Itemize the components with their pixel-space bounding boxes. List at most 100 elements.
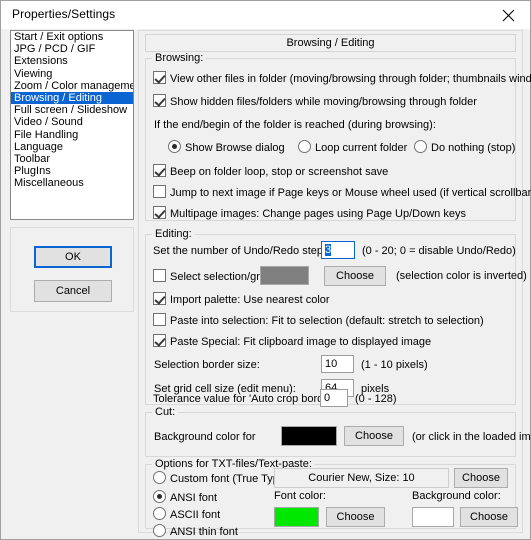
ascii-font-label: ASCII font [170,509,221,521]
close-icon[interactable] [486,1,530,29]
loop-current-folder-radio-row[interactable]: Loop current folder [298,140,407,154]
paste-special-checkbox-row[interactable]: Paste Special: Fit clipboard image to di… [153,334,431,348]
custom-font-choose-button[interactable]: Choose [454,468,508,488]
view-other-files-checkbox[interactable] [153,71,166,84]
sidebar-item-extensions[interactable]: Extensions [11,55,133,67]
select-grid-color-checkbox[interactable] [153,269,166,282]
cut-background-color-hint: (or click in the loaded image) [412,431,531,443]
paste-into-selection-checkbox-row[interactable]: Paste into selection: Fit to selection (… [153,313,484,327]
do-nothing-radio[interactable] [414,140,427,153]
selection-border-size-input[interactable]: 10 [321,355,354,373]
selection-grid-color-choose-button[interactable]: Choose [324,266,386,286]
dialog-buttons-panel: OK Cancel [10,227,134,312]
do-nothing-label: Do nothing (stop) [431,142,516,154]
paste-into-selection-label: Paste into selection: Fit to selection (… [170,315,484,327]
sidebar-item-browsing-editing[interactable]: Browsing / Editing [11,91,133,105]
font-color-choose-button[interactable]: Choose [326,507,385,527]
cancel-button[interactable]: Cancel [34,280,112,302]
ansi-thin-font-radio[interactable] [153,524,166,537]
ansi-font-radio-row[interactable]: ANSI font [153,490,217,504]
show-hidden-files-checkbox[interactable] [153,94,166,107]
selection-grid-color-swatch[interactable] [260,266,309,285]
show-browse-dialog-radio[interactable] [168,140,181,153]
loop-current-folder-label: Loop current folder [315,142,408,154]
show-browse-dialog-radio-row[interactable]: Show Browse dialog [168,140,285,154]
sidebar-item-file-handling[interactable]: File Handling [11,129,133,141]
ansi-thin-font-label: ANSI thin font [170,526,238,538]
undo-steps-value: 3 [325,244,332,256]
paste-special-label: Paste Special: Fit clipboard image to di… [170,336,432,348]
settings-content-panel: Browsing / Editing Browsing: View other … [138,30,531,538]
editing-group: Editing: Set the number of Undo/Redo ste… [145,228,527,405]
cut-background-color-label: Background color for [154,431,256,443]
ansi-font-radio[interactable] [153,490,166,503]
cut-group-label: Cut: [152,406,179,418]
loop-current-folder-radio[interactable] [298,140,311,153]
tolerance-hint: (0 - 128) [355,393,397,405]
beep-label: Beep on folder loop, stop or screenshot … [170,166,389,178]
beep-checkbox-row[interactable]: Beep on folder loop, stop or screenshot … [153,164,388,178]
txt-options-group: Options for TXT-files/Text-paste: Custom… [145,458,518,538]
multipage-label: Multipage images: Change pages using Pag… [170,208,466,220]
editing-group-label: Editing: [152,228,195,240]
close-icon-glyph [502,9,514,21]
paste-into-selection-checkbox[interactable] [153,313,166,326]
sidebar-item-video-sound[interactable]: Video / Sound [11,116,133,128]
show-hidden-files-label: Show hidden files/folders while moving/b… [170,96,477,108]
view-other-files-label: View other files in folder (moving/brows… [170,73,531,85]
ansi-thin-font-radio-row[interactable]: ANSI thin font [153,524,238,538]
sidebar-item-toolbar[interactable]: Toolbar [11,153,133,165]
tolerance-label: Tolerance value for 'Auto crop borders': [153,393,344,405]
undo-steps-label: Set the number of Undo/Redo steps: [153,245,332,257]
end-begin-label: If the end/begin of the folder is reache… [154,119,436,131]
selection-grid-color-hint: (selection color is inverted) [396,270,527,282]
import-palette-checkbox-row[interactable]: Import palette: Use nearest color [153,292,330,306]
ansi-font-label: ANSI font [170,492,218,504]
jump-next-image-checkbox[interactable] [153,185,166,198]
ascii-font-radio[interactable] [153,507,166,520]
sidebar-item-full-screen-slideshow[interactable]: Full screen / Slideshow [11,104,133,116]
sidebar-item-viewing[interactable]: Viewing [11,68,133,80]
properties-settings-dialog: Properties/Settings Start / Exit options… [0,0,531,540]
show-hidden-files-checkbox-row[interactable]: Show hidden files/folders while moving/b… [153,94,477,108]
font-color-swatch[interactable] [274,507,319,527]
do-nothing-radio-row[interactable]: Do nothing (stop) [414,140,515,154]
font-color-label: Font color: [274,490,326,502]
multipage-checkbox[interactable] [153,206,166,219]
settings-category-list[interactable]: Start / Exit options JPG / PCD / GIF Ext… [10,30,134,220]
ok-button[interactable]: OK [34,246,112,268]
multipage-checkbox-row[interactable]: Multipage images: Change pages using Pag… [153,206,466,220]
cut-background-color-choose-button[interactable]: Choose [344,426,404,446]
custom-font-radio[interactable] [153,471,166,484]
panel-title: Browsing / Editing [145,34,516,52]
cut-group: Cut: Background color for Choose (or cli… [145,406,531,457]
ascii-font-radio-row[interactable]: ASCII font [153,507,220,521]
jump-next-image-checkbox-row[interactable]: Jump to next image if Page keys or Mouse… [153,185,531,199]
browsing-group: Browsing: View other files in folder (mo… [145,52,531,221]
sidebar-item-plugins[interactable]: PlugIns [11,165,133,177]
background-color-label: Background color: [412,490,501,502]
undo-steps-hint: (0 - 20; 0 = disable Undo/Redo) [362,245,516,257]
sidebar-item-zoom-color-management[interactable]: Zoom / Color management [11,80,133,92]
show-browse-dialog-label: Show Browse dialog [185,142,285,154]
background-color-swatch[interactable] [412,507,454,527]
custom-font-radio-row[interactable]: Custom font (True Type): [153,471,292,485]
tolerance-input[interactable]: 0 [320,389,348,407]
import-palette-label: Import palette: Use nearest color [170,294,330,306]
custom-font-value-field[interactable]: Courier New, Size: 10 [274,468,449,488]
sidebar-item-jpg-pcd-gif[interactable]: JPG / PCD / GIF [11,43,133,55]
import-palette-checkbox[interactable] [153,292,166,305]
sidebar-item-miscellaneous[interactable]: Miscellaneous [11,177,133,189]
background-color-choose-button[interactable]: Choose [460,507,518,527]
beep-checkbox[interactable] [153,164,166,177]
selection-border-size-label: Selection border size: [154,359,260,371]
browsing-group-label: Browsing: [152,52,207,64]
view-other-files-checkbox-row[interactable]: View other files in folder (moving/brows… [153,71,531,85]
jump-next-image-label: Jump to next image if Page keys or Mouse… [170,187,531,199]
sidebar-item-start-exit-options[interactable]: Start / Exit options [11,31,133,43]
window-title: Properties/Settings [12,7,116,21]
cut-background-color-swatch[interactable] [281,426,337,446]
undo-steps-input[interactable]: 3 [321,241,355,259]
paste-special-checkbox[interactable] [153,334,166,347]
sidebar-item-language[interactable]: Language [11,141,133,153]
